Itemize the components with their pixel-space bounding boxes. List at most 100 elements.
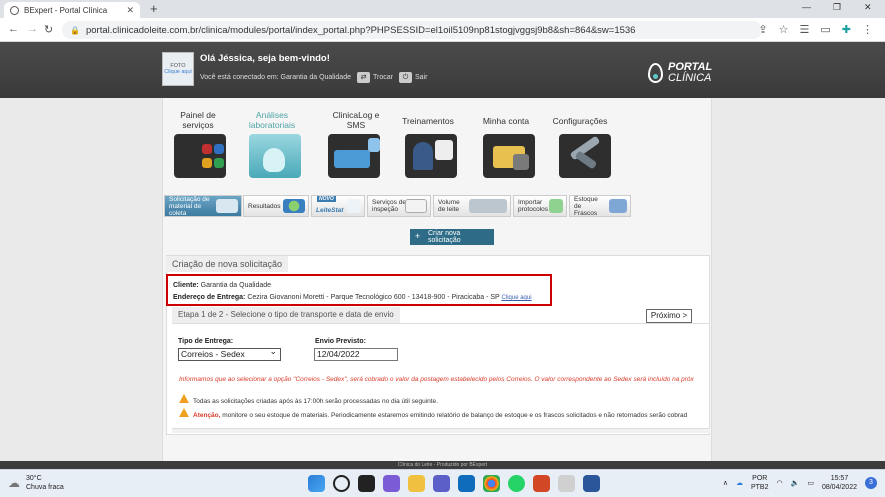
- menu-label: Minha conta: [482, 116, 530, 126]
- submenu-resultados[interactable]: Resultados: [243, 195, 309, 217]
- side-panel-icon[interactable]: ▭: [820, 23, 830, 36]
- create-request-button[interactable]: Criar nova solicitação: [410, 229, 494, 245]
- submenu-label: Volume de leite: [438, 199, 460, 213]
- ship-date-label: Envio Previsto:: [315, 338, 366, 345]
- address-bar-area: ← → ↻ 🔒 portal.clinicadoleite.com.br/cli…: [0, 18, 885, 42]
- back-icon[interactable]: ←: [8, 23, 19, 35]
- lang-code: POR: [752, 475, 768, 482]
- submenu-inspecao[interactable]: Serviços de inspeção: [367, 195, 431, 217]
- word-icon[interactable]: [583, 475, 600, 492]
- dashboard-icon[interactable]: [174, 134, 226, 178]
- delivery-type-select[interactable]: Correios - Sedex: [178, 346, 281, 361]
- submenu-label: Resultados: [248, 202, 281, 210]
- extension-icon[interactable]: ✚: [842, 23, 851, 36]
- new-tab-icon[interactable]: +: [150, 1, 158, 16]
- teams-icon[interactable]: [433, 475, 450, 492]
- chart-check-icon: [347, 199, 361, 213]
- ship-date-input[interactable]: 12/04/2022: [314, 348, 398, 361]
- switch-link[interactable]: Trocar: [373, 74, 393, 81]
- submenu-label: Serviços de inspeção: [372, 199, 406, 213]
- reading-list-icon[interactable]: ☰: [800, 23, 810, 36]
- app-icon[interactable]: [558, 475, 575, 492]
- submenu-solicitacao[interactable]: Solicitação de material de coleta: [164, 195, 242, 217]
- menu-dots-icon[interactable]: ⋮: [862, 23, 873, 36]
- next-button[interactable]: Próximo >: [646, 309, 692, 323]
- reload-icon[interactable]: ↻: [44, 23, 53, 36]
- page-footer: Clínica do Leite - Produzido por BExpert: [0, 461, 885, 469]
- submenu-label: LeiteStat: [316, 206, 344, 214]
- connected-text: Você está conectado em: Garantia da Qual…: [200, 74, 351, 81]
- maximize-icon[interactable]: ❐: [833, 2, 841, 13]
- page-background-right: [712, 98, 885, 463]
- address-value: Cezira Giovanoni Moretti - Parque Tecnol…: [247, 294, 500, 301]
- submenu-importar[interactable]: Importar protocolos: [513, 195, 567, 217]
- switch-icon[interactable]: ⇄: [357, 72, 370, 83]
- pie-chart-icon: [283, 199, 305, 213]
- chrome-icon[interactable]: [483, 475, 500, 492]
- weather-temp: 30°C: [26, 475, 42, 482]
- wifi-icon[interactable]: ◠: [777, 479, 783, 487]
- menu-treinamentos[interactable]: Treinamentos: [400, 116, 456, 126]
- menu-label: Treinamentos: [402, 116, 454, 126]
- forward-icon[interactable]: →: [27, 23, 38, 35]
- exit-icon[interactable]: ⏻: [398, 72, 412, 83]
- account-wallet-icon[interactable]: [483, 134, 535, 178]
- weather-desc: Chuva fraca: [26, 484, 64, 491]
- menu-clinicalog[interactable]: ClinicaLog e SMS: [330, 110, 382, 130]
- tab-title: BExpert - Portal Clínica: [24, 5, 108, 15]
- bottle-icon: [609, 199, 627, 213]
- submenu-label: Importar protocolos: [518, 199, 548, 213]
- wrench-gear-icon[interactable]: [559, 134, 611, 178]
- create-request-label: Criar nova solicitação: [428, 230, 461, 244]
- photo-link[interactable]: Clique aqui: [163, 69, 193, 75]
- horizontal-scrollbar[interactable]: [172, 428, 710, 433]
- weather-widget[interactable]: ☁ 30°C Chuva fraca: [8, 474, 64, 492]
- menu-label: ClinicaLog e SMS: [332, 110, 380, 130]
- powerpoint-icon[interactable]: [533, 475, 550, 492]
- language-indicator[interactable]: POR PTB2: [751, 474, 769, 492]
- submenu-label: Estoque de Frascos: [574, 195, 598, 217]
- submenu-leitestat[interactable]: NOVO LeiteStat: [311, 195, 365, 217]
- box-icon: [216, 199, 238, 213]
- truck-sms-icon[interactable]: [328, 134, 380, 178]
- file-explorer-icon[interactable]: [408, 475, 425, 492]
- minimize-icon[interactable]: —: [802, 2, 811, 12]
- menu-painel[interactable]: Painel de serviços: [172, 110, 224, 130]
- task-view-icon[interactable]: [358, 475, 375, 492]
- import-arrow-icon: [549, 199, 563, 213]
- battery-icon[interactable]: ▭: [807, 479, 814, 487]
- client-value: Garantia da Qualidade: [200, 282, 272, 289]
- menu-analises[interactable]: Análises laboratoriais: [244, 110, 300, 130]
- step-divider: [172, 323, 710, 324]
- sedex-warning: Informamos que ao selecionar a opção "Co…: [179, 376, 694, 383]
- window-close-icon[interactable]: ✕: [864, 2, 872, 13]
- share-icon[interactable]: ⇪: [758, 23, 767, 36]
- windows-start-icon[interactable]: [308, 475, 325, 492]
- volume-icon[interactable]: 🔈: [791, 479, 800, 487]
- clock[interactable]: 15:57 08/04/2022: [822, 474, 857, 492]
- submenu-volume[interactable]: Volume de leite: [433, 195, 511, 217]
- menu-minha-conta[interactable]: Minha conta: [482, 116, 530, 126]
- client-info-box: Cliente: Garantia da Qualidade Endereço …: [166, 274, 552, 313]
- notification-badge[interactable]: 3: [865, 477, 877, 489]
- whatsapp-icon[interactable]: [508, 475, 525, 492]
- clipboard-icon: [405, 199, 427, 213]
- browser-tab[interactable]: BExpert - Portal Clínica ✕: [4, 2, 140, 18]
- bookmark-star-icon[interactable]: ☆: [779, 23, 789, 36]
- submenu-estoque[interactable]: Estoque de Frascos: [569, 195, 631, 217]
- tray-chevron-icon[interactable]: ∧: [723, 479, 728, 487]
- training-icon[interactable]: [405, 134, 457, 178]
- avatar[interactable]: FOTO Clique aqui: [162, 52, 194, 86]
- chat-icon[interactable]: [383, 475, 400, 492]
- delivery-type-label: Tipo de Entrega:: [178, 338, 234, 345]
- menu-label: Painel de serviços: [180, 110, 216, 130]
- panel-title: Criação de nova solicitação: [166, 256, 289, 272]
- menu-configuracoes[interactable]: Configurações: [552, 116, 608, 126]
- close-tab-icon[interactable]: ✕: [126, 5, 134, 16]
- url-input[interactable]: 🔒 portal.clinicadoleite.com.br/clinica/m…: [62, 21, 762, 39]
- search-icon[interactable]: [333, 475, 350, 492]
- outlook-icon[interactable]: [458, 475, 475, 492]
- onedrive-icon[interactable]: ☁: [736, 479, 743, 487]
- exit-link[interactable]: Sair: [415, 74, 427, 81]
- lab-flask-icon[interactable]: [249, 134, 301, 178]
